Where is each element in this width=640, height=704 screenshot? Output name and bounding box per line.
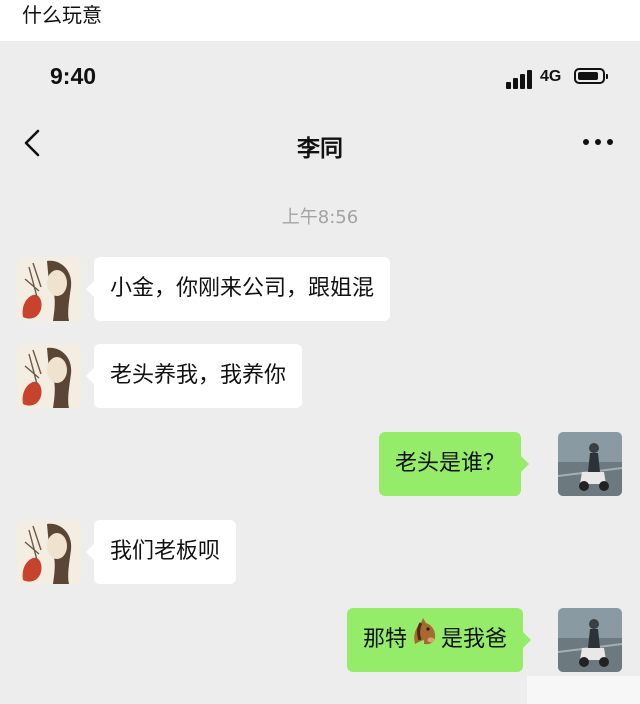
user-avatar[interactable]: [558, 608, 622, 672]
cellular-signal-icon: [506, 69, 536, 89]
status-time: 9:40: [50, 63, 97, 89]
message-bubble-received[interactable]: 小金，你刚来公司，跟姐混: [85, 257, 391, 321]
message-timestamp: 上午8:56: [281, 207, 359, 228]
message-text: 是我爸: [441, 627, 508, 652]
network-type-label: 4G: [540, 68, 562, 85]
chat-header: 李同: [0, 109, 640, 179]
message-bubble-sent[interactable]: 老头是谁？: [379, 432, 530, 496]
message-bubble-sent[interactable]: 那特 是我爸: [347, 608, 532, 672]
watermark-overlay: [527, 676, 640, 704]
message-text: 那特: [363, 627, 408, 652]
user-avatar[interactable]: [558, 432, 622, 496]
contact-avatar[interactable]: [17, 257, 81, 321]
status-bar: 9:40 4G: [0, 41, 640, 109]
chat-title: 李同: [297, 136, 343, 162]
message-bubble-received[interactable]: 老头养我，我养你: [85, 344, 303, 408]
more-dots-icon[interactable]: [580, 136, 616, 148]
message-bubble-received[interactable]: 我们老板呗: [85, 520, 237, 584]
contact-avatar[interactable]: [17, 344, 81, 408]
contact-avatar[interactable]: [17, 520, 81, 584]
post-caption: 什么玩意: [0, 0, 640, 41]
wechat-chat-screen: 9:40 4G 李同 上午8:56 小金，你刚来公司，跟姐混 老头养我，我养你 …: [0, 41, 640, 704]
battery-icon: [574, 68, 608, 84]
horse-face-emoji-icon: [409, 608, 439, 672]
